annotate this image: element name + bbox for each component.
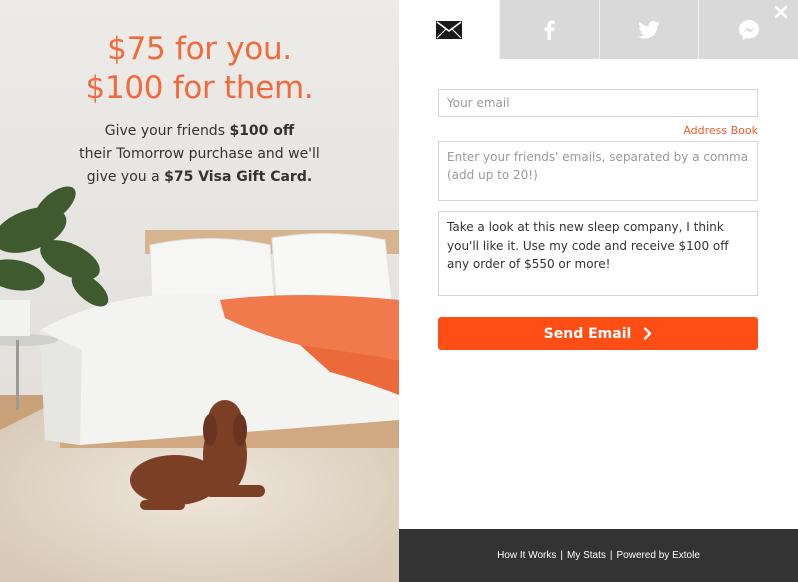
subcopy-text-2: their Tomorrow purchase and we'll: [79, 146, 320, 162]
share-panel: Your email Address Book Enter your frien…: [399, 0, 798, 582]
close-icon: [774, 5, 788, 19]
twitter-icon: [638, 20, 660, 39]
messenger-icon: [738, 19, 759, 40]
message-text: Take a look at this new sleep company, I…: [447, 220, 729, 271]
facebook-icon: [544, 20, 555, 40]
tab-email[interactable]: [399, 0, 499, 59]
promo-subcopy: Give your friends $100 off their Tomorro…: [0, 120, 399, 189]
send-email-label: Send Email: [543, 325, 632, 342]
promo-headline: $75 for you. $100 for them.: [0, 30, 399, 108]
subcopy-bold-2: $75 Visa Gift Card.: [164, 169, 313, 185]
tab-facebook[interactable]: [498, 0, 599, 59]
footer: How It Works | My Stats | Powered by Ext…: [399, 529, 798, 582]
subcopy-text-1: Give your friends: [104, 123, 230, 139]
envelope-icon: [435, 20, 462, 39]
send-email-button[interactable]: Send Email: [438, 317, 758, 350]
your-email-input[interactable]: Your email: [438, 89, 758, 117]
referral-modal: $75 for you. $100 for them. Give your fr…: [0, 0, 798, 582]
headline-line-2: $100 for them.: [85, 70, 314, 106]
how-it-works-link[interactable]: How It Works: [497, 550, 556, 561]
tab-twitter[interactable]: [598, 0, 699, 59]
chevron-right-icon: [644, 327, 652, 340]
share-form: Your email Address Book Enter your frien…: [438, 89, 758, 350]
friends-placeholder: Enter your friends' emails, separated by…: [447, 150, 749, 182]
address-book-row: Address Book: [438, 117, 758, 141]
address-book-link[interactable]: Address Book: [683, 124, 758, 137]
footer-separator: |: [560, 550, 563, 561]
headline-line-1: $75 for you.: [107, 31, 292, 67]
footer-separator: |: [609, 550, 613, 561]
close-button[interactable]: [772, 3, 790, 21]
powered-by-link[interactable]: Powered by Extole: [617, 550, 700, 561]
my-stats-link[interactable]: My Stats: [567, 550, 606, 561]
message-textarea[interactable]: Take a look at this new sleep company, I…: [438, 211, 758, 296]
email-placeholder: Your email: [447, 96, 510, 110]
share-tabs: [399, 0, 798, 59]
subcopy-text-3: give you a: [86, 169, 165, 185]
promo-panel: $75 for you. $100 for them. Give your fr…: [0, 0, 399, 582]
friends-emails-input[interactable]: Enter your friends' emails, separated by…: [438, 141, 758, 201]
subcopy-bold-1: $100 off: [229, 123, 295, 139]
